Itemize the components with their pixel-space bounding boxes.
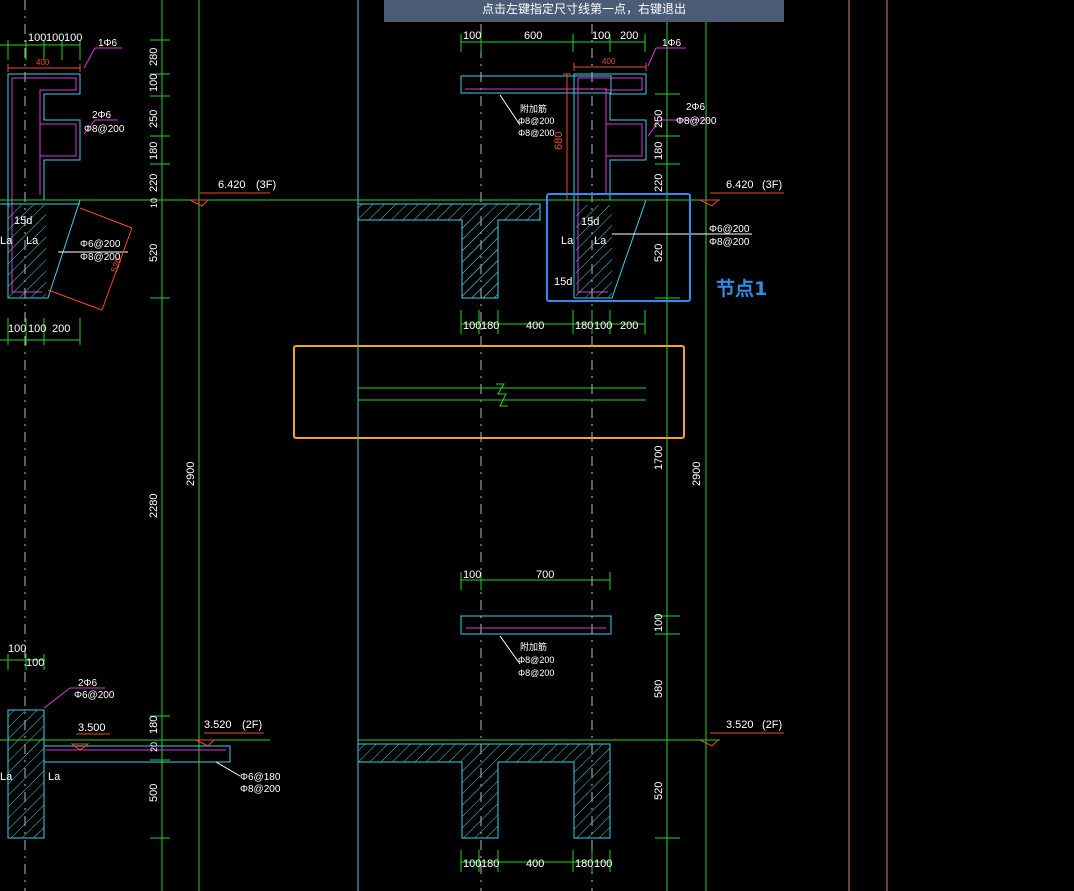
level-2f-right: 3.520 (2F) bbox=[699, 719, 784, 747]
left-vdim-100: 100 bbox=[148, 74, 160, 92]
bl-level-2f-value: 3.520 bbox=[204, 719, 232, 731]
tc-rebar-mid-2: Φ8@200 bbox=[676, 116, 717, 127]
mb-note-2: Φ8@200 bbox=[518, 655, 554, 665]
bl-vdim-500: 500 bbox=[148, 784, 160, 802]
command-prompt-text: 点击左键指定尺寸线第一点，右键退出 bbox=[481, 2, 686, 16]
level-3f-left-floor: (3F) bbox=[256, 179, 276, 191]
tc-dim-bottom-4: 180 bbox=[575, 320, 593, 332]
mb-note-3: Φ8@200 bbox=[518, 668, 554, 678]
right-vdim-580: 580 bbox=[653, 680, 665, 698]
right-vdim-2900: 2900 bbox=[691, 462, 703, 486]
bc-dim-4: 180 bbox=[575, 858, 593, 870]
tc-dim-bottom-1: 100 bbox=[463, 320, 481, 332]
tc-red-vert: 680 bbox=[553, 132, 565, 150]
bl-dim-1: 100 bbox=[8, 643, 26, 655]
tl-dim-top-1: 100 bbox=[28, 32, 46, 44]
top-left-detail: 100 100 100 1Φ6 400 2Φ6 Φ8@200 15d La La… bbox=[0, 32, 360, 345]
bc-dim-3: 400 bbox=[526, 858, 544, 870]
tl-label-la-2: La bbox=[26, 235, 39, 247]
bc-dim-5: 100 bbox=[594, 858, 612, 870]
mb-note-1: 附加筋 bbox=[520, 641, 547, 652]
command-prompt-bar: 点击左键指定尺寸线第一点，右键退出 bbox=[384, 0, 784, 22]
mb-dim-2: 700 bbox=[536, 569, 554, 581]
level-3f-right-value: 6.420 bbox=[726, 179, 754, 191]
bottom-left-detail: 100 100 2Φ6 Φ6@200 3.500 3.520 (2F) La L… bbox=[0, 643, 281, 839]
tl-label-15d: 15d bbox=[14, 215, 32, 227]
right-vdim-180: 180 bbox=[653, 142, 665, 160]
left-vdim-250: 250 bbox=[148, 110, 160, 128]
bc-dim-2: 180 bbox=[481, 858, 499, 870]
left-vdim-180: 180 bbox=[148, 142, 160, 160]
tc-red-dim: 400 bbox=[602, 57, 616, 66]
tl-rebar-top: 1Φ6 bbox=[98, 38, 118, 49]
left-vdim-2900: 2900 bbox=[185, 462, 197, 486]
level-3f-right: 6.420 (3F) bbox=[699, 179, 784, 207]
right-vdim-100: 100 bbox=[653, 614, 665, 632]
bl-la-1: La bbox=[0, 771, 13, 783]
mb-dim-1: 100 bbox=[463, 569, 481, 581]
tl-dim-top-3: 100 bbox=[64, 32, 82, 44]
bl-level-2f-floor: (2F) bbox=[242, 719, 262, 731]
level-2f-right-floor: (2F) bbox=[762, 719, 782, 731]
bottom-center-detail: 100 180 400 180 100 bbox=[357, 739, 720, 872]
right-vdim-220: 220 bbox=[653, 174, 665, 192]
tc-dim-top-2: 600 bbox=[524, 30, 542, 42]
tc-dim-bottom-6: 200 bbox=[620, 320, 638, 332]
tc-rebar-note-3: Φ8@200 bbox=[518, 128, 554, 138]
left-vdim-220: 220 bbox=[148, 174, 160, 192]
bl-la-2: La bbox=[48, 771, 61, 783]
right-vdim-250: 250 bbox=[653, 110, 665, 128]
tc-slab-rebar-1: Φ6@200 bbox=[709, 224, 750, 235]
tc-rebar-note-2: Φ8@200 bbox=[518, 116, 554, 126]
right-vdim-520b: 520 bbox=[653, 782, 665, 800]
tl-label-la-1: La bbox=[0, 235, 13, 247]
node-1-label: 节点1 bbox=[716, 278, 768, 300]
right-vdim-1700: 1700 bbox=[653, 446, 665, 470]
tc-rebar-note-1: 附加筋 bbox=[520, 103, 547, 114]
tc-dim-top-3: 100 bbox=[592, 30, 610, 42]
left-vdim-520: 520 bbox=[148, 244, 160, 262]
bl-rebar-2: Φ6@200 bbox=[74, 690, 115, 701]
tl-slab-rebar-1: Φ6@200 bbox=[80, 239, 121, 250]
tl-rebar-mid-1: 2Φ6 bbox=[92, 110, 112, 121]
tc-slab-rebar-2: Φ8@200 bbox=[709, 237, 750, 248]
left-vdim-280: 280 bbox=[148, 48, 160, 66]
bl-slab-rebar-2: Φ8@200 bbox=[240, 784, 281, 795]
node-1-highlight-box bbox=[546, 193, 691, 302]
tl-dim-bottom-3: 200 bbox=[52, 323, 70, 335]
bl-slab-rebar-1: Φ6@180 bbox=[240, 772, 281, 783]
cad-drawing-canvas[interactable]: 100 100 100 1Φ6 400 2Φ6 Φ8@200 15d La La… bbox=[0, 0, 1074, 891]
level-3f-right-floor: (3F) bbox=[762, 179, 782, 191]
tl-dim-bottom-2: 100 bbox=[28, 323, 46, 335]
tc-dim-bottom-3: 400 bbox=[526, 320, 544, 332]
bl-vdim-20: 20 bbox=[149, 742, 159, 752]
tl-red-dim: 400 bbox=[36, 58, 50, 67]
tl-dim-bottom-1: 100 bbox=[8, 323, 26, 335]
bl-vdim-180: 180 bbox=[148, 716, 160, 734]
bc-dim-1: 100 bbox=[463, 858, 481, 870]
break-region-highlight-box bbox=[293, 345, 685, 439]
left-vdim-2280: 2280 bbox=[148, 494, 160, 518]
tc-dim-top-1: 100 bbox=[463, 30, 481, 42]
tc-rebar-top: 1Φ6 bbox=[662, 38, 682, 49]
bl-level: 3.500 bbox=[78, 722, 106, 734]
tl-dim-top-2: 100 bbox=[46, 32, 64, 44]
tc-rebar-mid-1: 2Φ6 bbox=[686, 102, 706, 113]
level-3f-left: 6.420 (3F) bbox=[189, 179, 276, 207]
level-2f-right-value: 3.520 bbox=[726, 719, 754, 731]
tc-dim-bottom-2: 180 bbox=[481, 320, 499, 332]
tc-dim-bottom-5: 100 bbox=[594, 320, 612, 332]
bl-rebar-1: 2Φ6 bbox=[78, 678, 98, 689]
bl-dim-2: 100 bbox=[26, 657, 44, 669]
tl-rebar-mid-2: Φ8@200 bbox=[84, 124, 125, 135]
middle-beam-detail: 100 700 附加筋 Φ8@200 Φ8@200 bbox=[460, 569, 612, 678]
tc-dim-top-4: 200 bbox=[620, 30, 638, 42]
level-3f-left-value: 6.420 bbox=[218, 179, 246, 191]
left-vdim-10: 10 bbox=[149, 198, 159, 208]
